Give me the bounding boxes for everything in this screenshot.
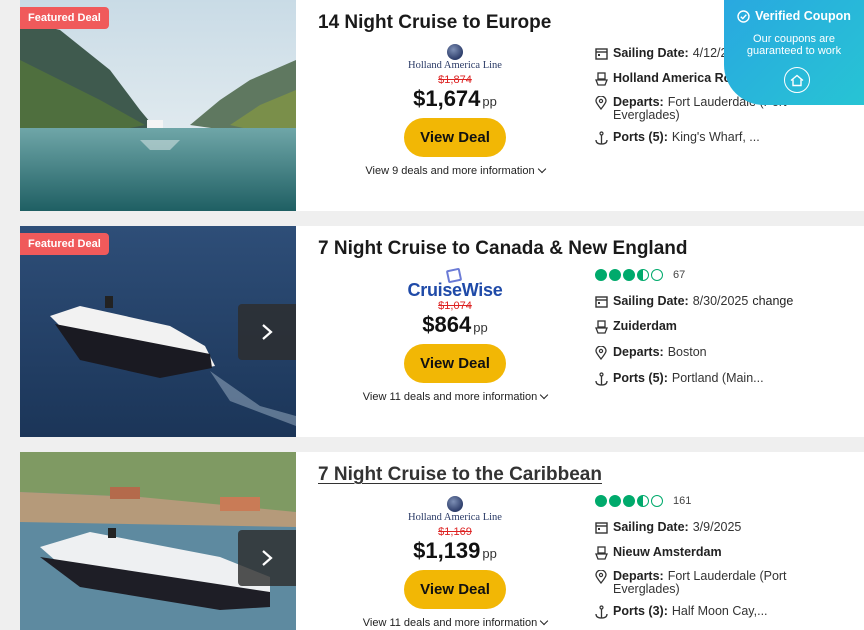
ports-row: Ports (5): King's Wharf, ... [595,131,855,145]
ports-row: Ports (5): Portland (Main... [595,372,855,386]
carousel-next-button[interactable] [238,530,296,586]
rating-bubble-full [623,495,635,507]
rating-bubble-full [623,269,635,281]
featured-deal-tag: Featured Deal [20,7,109,29]
calendar-icon [595,295,613,308]
globe-icon [447,44,463,60]
anchor-icon [595,131,613,145]
chevron-down-icon [537,164,546,174]
verified-coupon-title: Verified Coupon [724,9,864,23]
old-price: $1,169 [438,526,472,538]
sailing-date-row: Sailing Date: 3/9/2025 [595,521,855,534]
rating-row[interactable]: 67 [595,269,855,281]
cruise-info: 161 Sailing Date: 3/9/2025 Nieuw Amsterda… [595,495,855,619]
price: $864 pp [422,312,488,337]
rating-bubble-empty [651,269,663,281]
sailing-date-row: Sailing Date: 8/30/2025 change [595,295,855,308]
review-count: 161 [673,495,692,507]
review-count: 67 [673,269,686,281]
calendar-icon [595,521,613,534]
chevron-right-icon [262,550,273,566]
rating-bubble-half [637,495,649,507]
check-circle-icon [737,9,750,23]
price-block: Holland America Line $1,874 $1,674 pp Vie… [350,44,560,177]
anchor-icon [595,605,613,619]
location-pin-icon [595,346,613,360]
departs-row: Departs: Boston [595,346,855,360]
departs-row: Departs: Fort Lauderdale (Port Everglades… [595,570,855,596]
holland-america-logo: Holland America Line [350,496,560,526]
cruise-title[interactable]: 14 Night Cruise to Europe [318,12,551,34]
chevron-down-icon [539,616,549,626]
rating-bubble-empty [651,495,663,507]
rating-bubble-full [609,269,621,281]
deal-card: Featured Deal 7 Night Cruise to Canada &… [20,226,864,437]
chevron-right-icon [262,324,273,340]
old-price: $1,874 [438,74,472,86]
holland-america-logo: Holland America Line [350,44,560,74]
cruise-title[interactable]: 7 Night Cruise to the Caribbean [318,464,602,486]
rating-bubble-full [595,269,607,281]
cruise-photo-fjord[interactable]: Featured Deal [20,0,296,211]
location-pin-icon [595,570,613,584]
cruise-info: 67 Sailing Date: 8/30/2025 change Zuiderd… [595,269,855,386]
rating-bubble-full [609,495,621,507]
view-more-link[interactable]: View 11 deals and more information [350,390,560,403]
featured-deal-tag: Featured Deal [20,233,109,255]
cruise-photo-ship-sea[interactable]: Featured Deal [20,226,296,437]
price: $1,674 pp [413,86,497,111]
ship-icon [595,546,613,560]
view-deal-button[interactable]: View Deal [404,570,506,609]
carousel-next-button[interactable] [238,304,296,360]
cruisewise-logo: CruiseWise [350,267,560,300]
view-deal-button[interactable]: View Deal [404,118,506,157]
verified-coupon-subtitle: Our coupons are guaranteed to work [746,33,842,57]
view-deal-button[interactable]: View Deal [404,344,506,383]
price: $1,139 pp [413,538,497,563]
calendar-icon [595,47,613,60]
view-more-link[interactable]: View 11 deals and more information [350,616,560,629]
cruise-photo-venice[interactable] [20,452,296,630]
ports-row: Ports (3): Half Moon Cay,... [595,605,855,619]
rating-row[interactable]: 161 [595,495,855,507]
cruise-title[interactable]: 7 Night Cruise to Canada & New England [318,238,688,260]
chevron-down-icon [539,390,549,400]
home-icon [784,67,810,93]
view-more-link[interactable]: View 9 deals and more information [350,164,560,177]
price-block: Holland America Line $1,169 $1,139 pp Vie… [350,496,560,629]
globe-icon [447,496,463,512]
rating-bubble-full [595,495,607,507]
location-pin-icon [595,96,613,110]
ship-icon [595,320,613,334]
ship-row: Nieuw Amsterdam [595,546,855,560]
verified-coupon-badge[interactable]: Verified Coupon Our coupons are guarante… [724,0,864,105]
rating-bubble-half [637,269,649,281]
ship-icon [595,72,613,86]
price-block: CruiseWise $1,074 $864 pp View Deal View … [350,267,560,403]
cruise-deals-page: Featured Deal 14 Night Cruise to Europe … [0,0,864,630]
ship-row: Zuiderdam [595,320,855,334]
deal-card: 7 Night Cruise to the Caribbean Holland … [20,452,864,630]
anchor-icon [595,372,613,386]
old-price: $1,074 [438,300,472,312]
change-date-link[interactable]: change [752,295,793,308]
